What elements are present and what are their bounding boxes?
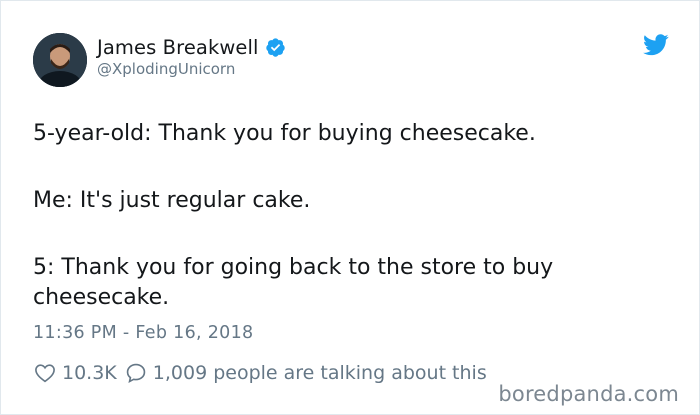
like-button[interactable]: 10.3K — [34, 362, 125, 384]
reply-button[interactable]: 1,009 people are talking about this — [125, 362, 487, 384]
tweet-timestamp[interactable]: 11:36 PM - Feb 16, 2018 — [33, 323, 253, 343]
likes-count: 10.3K — [62, 362, 117, 384]
tweet-paragraph: Me: It's just regular cake. — [33, 188, 311, 213]
engagement-bar: 10.3K 1,009 people are talking about thi… — [34, 359, 487, 387]
avatar[interactable] — [33, 33, 87, 87]
author-display-name[interactable]: James Breakwell — [97, 36, 259, 59]
author-handle[interactable]: @XplodingUnicorn — [97, 60, 235, 78]
twitter-bird-icon[interactable] — [643, 34, 669, 56]
tweet-card: James Breakwell @XplodingUnicorn 5-year-… — [0, 0, 700, 415]
speech-bubble-icon — [126, 363, 146, 383]
heart-icon — [35, 364, 55, 383]
tweet-paragraph: 5-year-old: Thank you for buying cheesec… — [33, 121, 536, 146]
watermark: boredpanda.com — [494, 382, 683, 406]
tweet-paragraph: 5: Thank you for going back to the store… — [33, 255, 554, 310]
verified-badge-icon — [265, 37, 285, 57]
avatar-image — [33, 33, 87, 87]
author-name-row: James Breakwell — [97, 34, 286, 60]
tweet-text: 5-year-old: Thank you for buying cheesec… — [33, 119, 673, 313]
replies-text: 1,009 people are talking about this — [152, 362, 487, 384]
